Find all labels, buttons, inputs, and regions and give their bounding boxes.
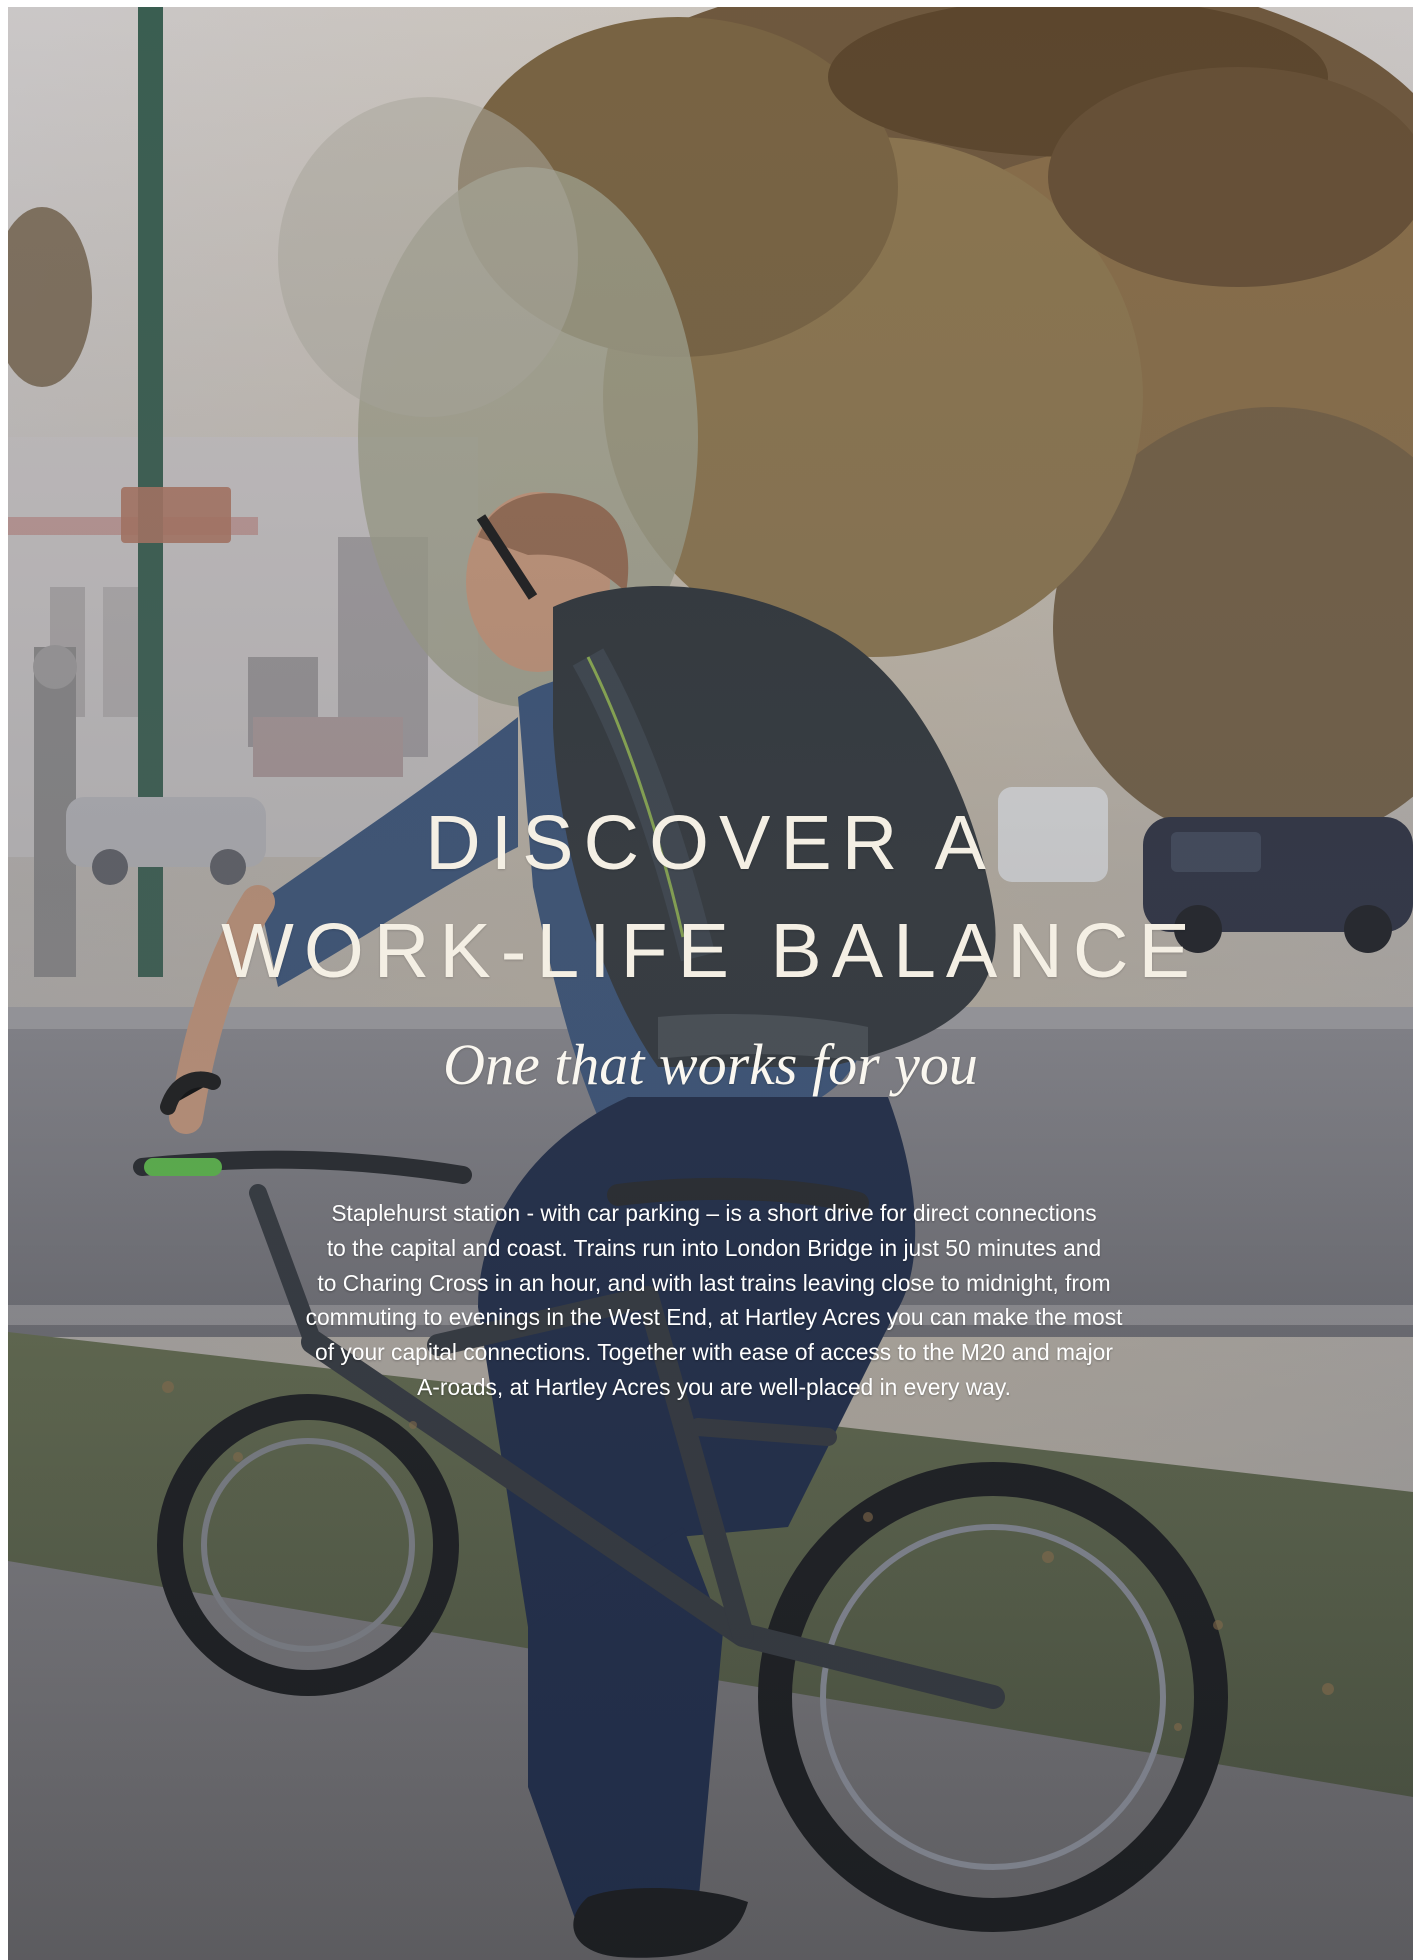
subtitle: One that works for you — [443, 1032, 978, 1097]
body-line-6: A-roads, at Hartley Acres you are well-p… — [417, 1373, 1011, 1400]
body-line-2: to the capital and coast. Trains run int… — [326, 1234, 1102, 1261]
body-line-5: of your capital connections. Together wi… — [315, 1339, 1113, 1366]
body-line-1: Staplehurst station - with car parking –… — [331, 1200, 1097, 1226]
body-line-3: to Charing Cross in an hour, and with la… — [317, 1269, 1111, 1296]
headline-line-1: DISCOVER A — [425, 800, 996, 886]
hero-copy: DISCOVER A WORK-LIFE BALANCE One that wo… — [8, 7, 1413, 1960]
body-copy: Staplehurst station - with car parking –… — [209, 1196, 1219, 1405]
body-line-4: commuting to evenings in the West End, a… — [305, 1304, 1123, 1331]
headline-line-2: WORK-LIFE BALANCE — [221, 908, 1200, 994]
headline: DISCOVER A WORK-LIFE BALANCE — [8, 789, 1413, 1005]
page-frame: DISCOVER A WORK-LIFE BALANCE One that wo… — [8, 7, 1413, 1960]
